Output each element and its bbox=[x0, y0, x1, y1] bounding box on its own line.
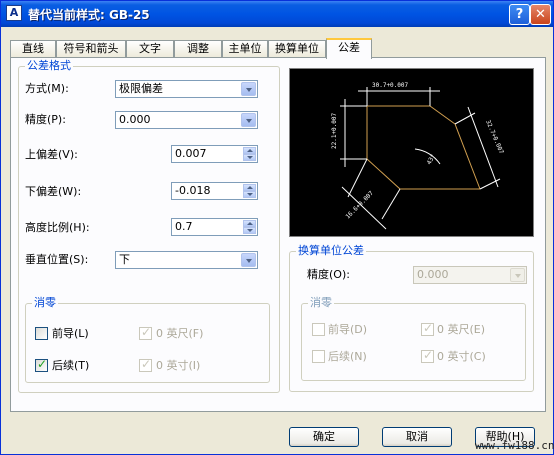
tab-tolerances[interactable]: 公差 bbox=[326, 38, 372, 59]
tab-text[interactable]: 文字 bbox=[126, 40, 174, 58]
preview-shape-line bbox=[454, 123, 481, 190]
leading-zero-label[interactable]: 前导(L) bbox=[52, 327, 89, 341]
close-button[interactable]: ✕ bbox=[530, 4, 551, 25]
preview-drawing: 30.7+0.007 22.1+0.007 32.7+0.007 16.6+0.… bbox=[331, 82, 505, 230]
alt-zero-feet-label: 0 英尺(E) bbox=[437, 323, 486, 336]
alt-precision-label: 精度(O): bbox=[307, 268, 350, 281]
alt-leading-zero-label: 前导(D) bbox=[328, 323, 368, 336]
leading-zero-checkbox[interactable] bbox=[35, 327, 48, 340]
alt-zero-inches-checkbox[interactable] bbox=[421, 348, 434, 363]
preview-dim-text: 30.7+0.007 22.1+0.007 32.7+0.007 16.6+0.… bbox=[331, 82, 505, 220]
tab-symbols-arrows[interactable]: 符号和箭头 bbox=[56, 40, 126, 58]
alt-trailing-zero-label: 后续(N) bbox=[328, 350, 367, 363]
alt-precision-value: 0.000 bbox=[417, 268, 449, 281]
height-scale-label: 高度比例(H): bbox=[25, 221, 90, 234]
watermark-text: www.fw188.cn bbox=[475, 439, 554, 452]
preview-dimensions bbox=[340, 87, 501, 230]
dimension-preview: 30.7+0.007 22.1+0.007 32.7+0.007 16.6+0.… bbox=[289, 68, 534, 237]
dim-text: 30.7+0.007 bbox=[372, 82, 409, 89]
zero-feet-label: 0 英尺(F) bbox=[156, 327, 204, 340]
method-select[interactable]: 极限偏差 bbox=[115, 80, 258, 98]
preview-shape-line bbox=[429, 105, 456, 125]
dim-text: 43° bbox=[426, 153, 437, 166]
trailing-zero-checkbox[interactable] bbox=[35, 357, 48, 372]
preview-shape bbox=[366, 105, 481, 190]
zero-inches-label: 0 英寸(I) bbox=[156, 359, 201, 372]
group-title: 消零 bbox=[32, 296, 58, 309]
chevron-down-icon[interactable] bbox=[241, 82, 256, 96]
dim-text: 32.7+0.007 bbox=[484, 119, 505, 155]
method-value: 极限偏差 bbox=[119, 82, 163, 95]
tab-primary-units[interactable]: 主单位 bbox=[222, 40, 268, 58]
lower-value-label: 下偏差(W): bbox=[25, 185, 82, 198]
group-title: 消零 bbox=[308, 296, 334, 309]
precision-label: 精度(P): bbox=[25, 113, 66, 126]
alt-leading-zero-checkbox[interactable] bbox=[312, 323, 325, 336]
spin-up-icon[interactable] bbox=[243, 184, 256, 191]
chevron-down-icon[interactable] bbox=[510, 268, 525, 282]
tab-strip: 直线 符号和箭头 文字 调整 主单位 换算单位 公差 bbox=[10, 38, 550, 59]
lower-value-input[interactable]: -0.018 bbox=[171, 182, 258, 200]
dim-text: 22.1+0.007 bbox=[331, 112, 338, 149]
lower-value: -0.018 bbox=[175, 184, 211, 197]
dim-line-bottom bbox=[341, 186, 387, 230]
chevron-down-icon[interactable] bbox=[241, 253, 256, 267]
tab-alternate-units[interactable]: 换算单位 bbox=[268, 40, 326, 58]
vertical-position-label: 垂直位置(S): bbox=[25, 253, 89, 266]
alt-zero-suppression-group: 消零 bbox=[301, 297, 526, 381]
group-title: 换算单位公差 bbox=[296, 244, 366, 257]
window-title: 替代当前样式: GB-25 bbox=[28, 8, 150, 22]
dim-extension-line bbox=[347, 158, 368, 198]
alt-trailing-zero-checkbox[interactable] bbox=[312, 350, 325, 363]
tab-lines[interactable]: 直线 bbox=[10, 40, 56, 58]
group-title: 公差格式 bbox=[25, 59, 73, 72]
method-label: 方式(M): bbox=[25, 82, 69, 95]
app-icon: A bbox=[6, 5, 22, 21]
precision-select[interactable]: 0.000 bbox=[115, 111, 258, 129]
spin-down-icon[interactable] bbox=[243, 154, 256, 161]
upper-value-input[interactable]: 0.007 bbox=[171, 145, 258, 163]
height-scale-input[interactable]: 0.7 bbox=[171, 218, 258, 236]
spin-up-icon[interactable] bbox=[243, 220, 256, 227]
height-scale-value: 0.7 bbox=[175, 220, 193, 233]
dialog-window: A 替代当前样式: GB-25 ? ✕ 直线 符号和箭头 文字 调整 主单位 换… bbox=[0, 0, 554, 455]
vertical-position-select[interactable]: 下 bbox=[115, 251, 258, 269]
chevron-down-icon[interactable] bbox=[241, 113, 256, 127]
ok-button[interactable]: 确定 bbox=[289, 427, 359, 447]
dim-line-right bbox=[467, 106, 499, 188]
zero-inches-checkbox[interactable] bbox=[139, 357, 152, 372]
alt-precision-select[interactable]: 0.000 bbox=[413, 266, 527, 284]
cancel-button[interactable]: 取消 bbox=[382, 427, 452, 447]
title-bar[interactable]: A 替代当前样式: GB-25 ? ✕ bbox=[1, 1, 553, 27]
dim-extension-line bbox=[381, 188, 401, 220]
alt-zero-feet-checkbox[interactable] bbox=[421, 321, 434, 336]
upper-value-label: 上偏差(V): bbox=[25, 148, 78, 161]
trailing-zero-label[interactable]: 后续(T) bbox=[52, 359, 89, 373]
precision-value: 0.000 bbox=[119, 113, 151, 126]
alt-zero-inches-label: 0 英寸(C) bbox=[437, 350, 486, 363]
zero-feet-checkbox[interactable] bbox=[139, 325, 152, 340]
spin-down-icon[interactable] bbox=[243, 227, 256, 234]
vertical-position-value: 下 bbox=[119, 253, 130, 266]
spin-down-icon[interactable] bbox=[243, 191, 256, 198]
spin-up-icon[interactable] bbox=[243, 147, 256, 154]
help-title-button[interactable]: ? bbox=[509, 4, 530, 25]
preview-shape-line bbox=[366, 158, 401, 190]
upper-value: 0.007 bbox=[175, 147, 207, 160]
tab-fit[interactable]: 调整 bbox=[174, 40, 222, 58]
